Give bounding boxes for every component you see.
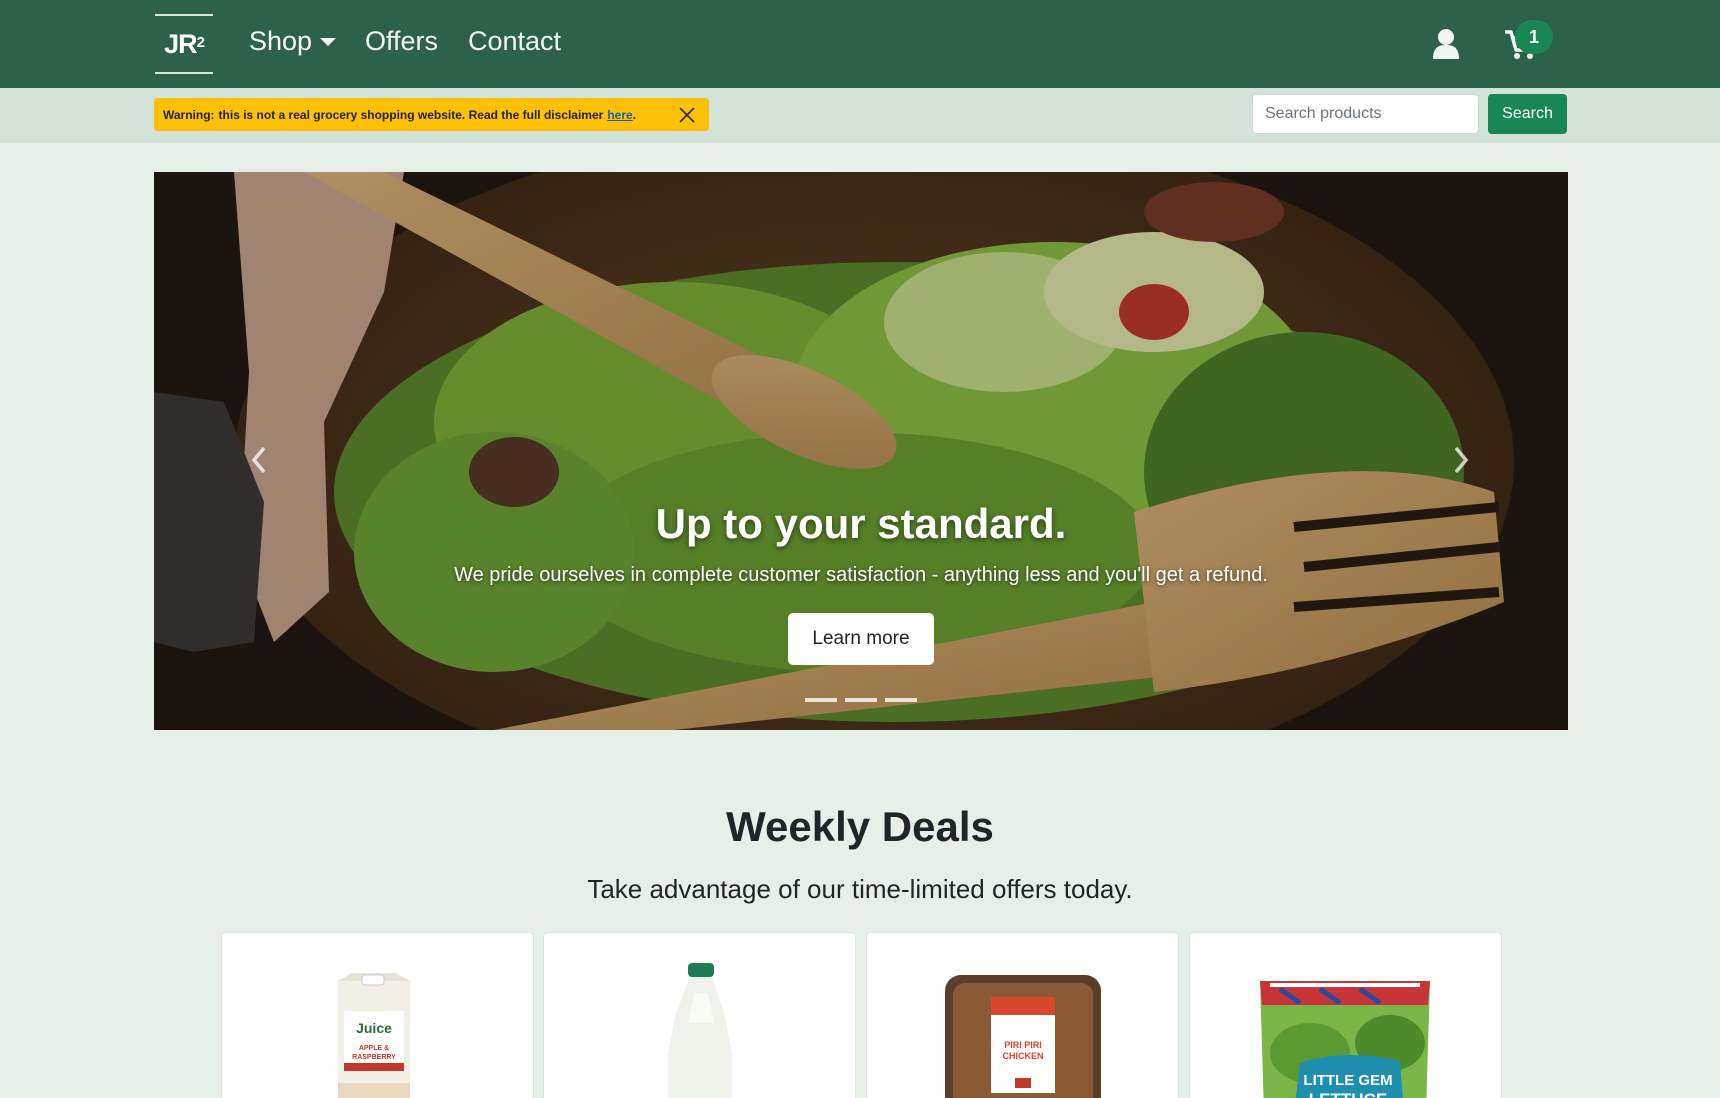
nav-shop-label: Shop: [249, 26, 313, 56]
svg-text:Juice: Juice: [356, 1020, 392, 1036]
svg-text:RASPBERRY: RASPBERRY: [352, 1054, 396, 1061]
product-card[interactable]: Juice APPLE & RASPBERRY: [221, 932, 534, 1098]
carousel-indicator[interactable]: [845, 698, 877, 702]
navbar: JR 2 Shop Offers Contact 1: [0, 0, 1720, 88]
nav-offers-link[interactable]: Offers: [365, 26, 438, 57]
warning-label: Warning:: [163, 107, 215, 122]
warning-text: this is not a real grocery shopping webs…: [218, 107, 604, 122]
product-card[interactable]: LITTLE GEM LETTUCE: [1189, 932, 1502, 1098]
carousel-prev-icon[interactable]: [244, 440, 274, 480]
hero-carousel: Up to your standard. We pride ourselves …: [154, 172, 1568, 730]
product-card[interactable]: PIRI PIRI CHICKEN: [866, 932, 1179, 1098]
carousel-indicators: [805, 698, 917, 702]
milk-bottle-image: [668, 963, 732, 1098]
juice-carton-image: Juice APPLE & RASPBERRY: [338, 973, 410, 1098]
close-icon[interactable]: [678, 106, 696, 124]
warning-banner: Warning: this is not a real grocery shop…: [154, 98, 709, 131]
carousel-next-icon[interactable]: [1446, 440, 1476, 480]
svg-text:APPLE &: APPLE &: [359, 1045, 389, 1052]
svg-text:LETTUCE: LETTUCE: [1309, 1090, 1387, 1098]
user-icon[interactable]: [1432, 28, 1460, 60]
hero-subtitle: We pride ourselves in complete customer …: [454, 564, 1268, 586]
learn-more-button[interactable]: Learn more: [788, 613, 934, 665]
search-button[interactable]: Search: [1488, 94, 1567, 134]
chicken-tray-image: PIRI PIRI CHICKEN: [945, 975, 1101, 1098]
disclaimer-link[interactable]: here: [607, 108, 632, 122]
search-input[interactable]: [1252, 94, 1479, 134]
carousel-indicator[interactable]: [885, 698, 917, 702]
cart-count-badge: 1: [1515, 20, 1553, 54]
nav-contact-link[interactable]: Contact: [468, 26, 561, 57]
svg-text:LITTLE GEM: LITTLE GEM: [1303, 1072, 1392, 1089]
nav-shop-dropdown[interactable]: Shop: [249, 26, 337, 57]
product-card[interactable]: [543, 932, 856, 1098]
svg-text:PIRI PIRI: PIRI PIRI: [1004, 1040, 1042, 1050]
hero-title: Up to your standard.: [655, 500, 1067, 547]
chevron-down-icon: [320, 37, 337, 46]
brand-logo[interactable]: JR 2: [155, 14, 213, 74]
svg-text:CHICKEN: CHICKEN: [1002, 1051, 1043, 1061]
lettuce-bag-image: LITTLE GEM LETTUCE: [1260, 981, 1430, 1098]
weekly-deals-subtitle: Take advantage of our time-limited offer…: [587, 874, 1133, 904]
weekly-deals-title: Weekly Deals: [726, 803, 994, 850]
carousel-indicator[interactable]: [805, 698, 837, 702]
